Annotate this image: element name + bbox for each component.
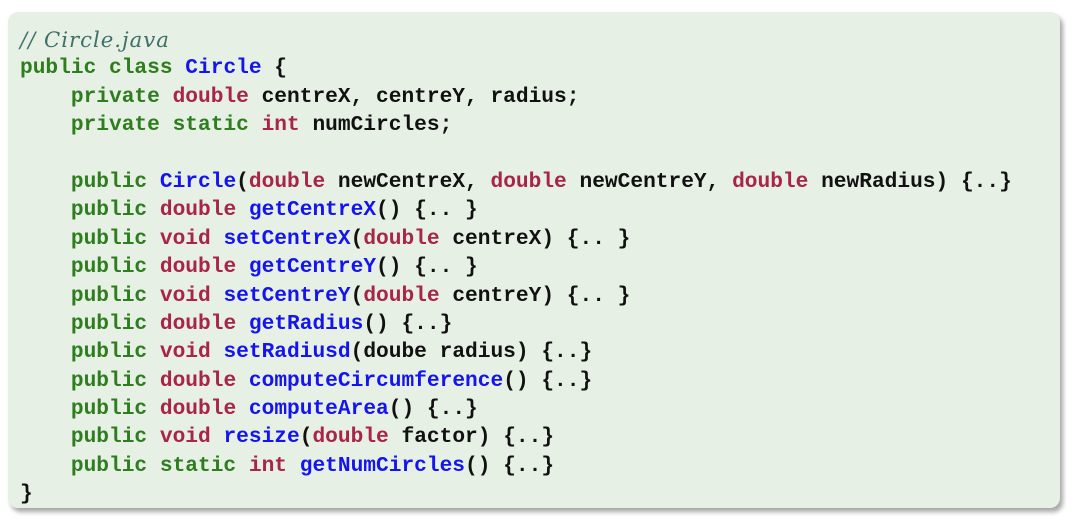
keyword: public [70,340,160,365]
code-line: public void setCentreX(double centreX) {… [20,225,1012,253]
type: double [159,255,249,280]
code-line: public void setCentreY(double centreY) {… [20,282,1012,310]
type: double [172,84,249,109]
identifier: Circle [159,169,237,194]
type: void [159,340,224,365]
code-line: } [20,480,1012,508]
code-text: newCentreX, [325,169,491,194]
code-line: public double computeCircumference() {..… [20,367,1012,395]
code-text: () {..} [363,311,453,336]
code-text: (doube radius) {..} [350,340,593,365]
identifier: computeArea [248,397,389,422]
code-line: public Circle(double newCentreX, double … [20,168,1012,196]
type: double [159,311,249,336]
code-text: centreY) {.. } [439,283,631,308]
code-line: public double getCentreX() {.. } [20,196,1012,224]
code-text: () {..} [503,368,593,393]
keyword: private static [70,113,262,138]
identifier: getCentreX [248,198,377,223]
keyword: public [70,283,160,308]
type: double [312,425,389,450]
code-text: () {.. } [376,255,478,280]
code-text: () {..} [388,397,478,422]
keyword: public [70,226,160,251]
identifier: getNumCircles [299,453,466,478]
code-text: factor) {..} [388,425,555,450]
type: double [248,169,326,194]
code-line: public double computeArea() {..} [20,395,1012,423]
code-line: private double centreX, centreY, radius; [20,83,1012,111]
code-line: public double getRadius() {..} [20,310,1012,338]
keyword: public [70,169,160,194]
comment: // Circle.java [20,27,170,52]
identifier: resize [223,425,300,450]
code-listing: // Circle.java public class Circle { priv… [20,26,1012,509]
code-text: ( [236,169,249,194]
type: double [732,169,809,194]
keyword: public [70,425,160,450]
code-line: public void resize(double factor) {..} [20,423,1012,451]
identifier: getCentreY [248,255,377,280]
code-text: ( [350,283,364,308]
code-text: centreX, centreY, radius; [248,84,580,109]
type: int [261,113,300,138]
code-line: private static int numCircles; [20,111,1012,139]
code-text: } [20,482,33,507]
type: int [248,453,300,478]
keyword: public [70,311,160,336]
code-text: newRadius) {..} [808,169,1012,194]
type: double [490,169,567,194]
code-line: public class Circle { [20,54,1012,82]
identifier: setCentreX [223,226,351,251]
code-line: public double getCentreY() {.. } [20,253,1012,281]
code-text: () {.. } [376,198,478,223]
code-line: public static int getNumCircles() {..} [20,452,1012,480]
type: double [363,283,440,308]
keyword: public static [70,453,249,478]
code-text: ( [299,425,313,450]
type: void [159,226,224,251]
keyword: private [70,84,173,109]
keyword: public [70,397,160,422]
code-text: centreX) {.. } [439,226,631,251]
code-text: () {..} [465,453,555,478]
identifier: Circle [185,56,262,81]
identifier: computeCircumference [248,368,504,393]
keyword: public class [20,56,186,81]
keyword: public [70,255,160,280]
code-line: // Circle.java [20,26,1012,54]
type: double [363,226,440,251]
identifier: getRadius [248,311,364,336]
identifier: setRadiusd [223,340,351,365]
code-listing-box: // Circle.java public class Circle { priv… [8,12,1060,508]
code-text: ( [350,226,364,251]
type: void [159,283,224,308]
type: double [159,198,249,223]
type: double [159,368,249,393]
type: void [159,425,224,450]
keyword: public [70,368,160,393]
keyword: public [70,198,160,223]
identifier: setCentreY [223,283,351,308]
code-text: newCentreY, [566,169,733,194]
code-text: numCircles; [299,113,453,138]
code-line: public void setRadiusd(doube radius) {..… [20,338,1012,366]
type: double [159,397,249,422]
code-text: { [261,56,288,81]
